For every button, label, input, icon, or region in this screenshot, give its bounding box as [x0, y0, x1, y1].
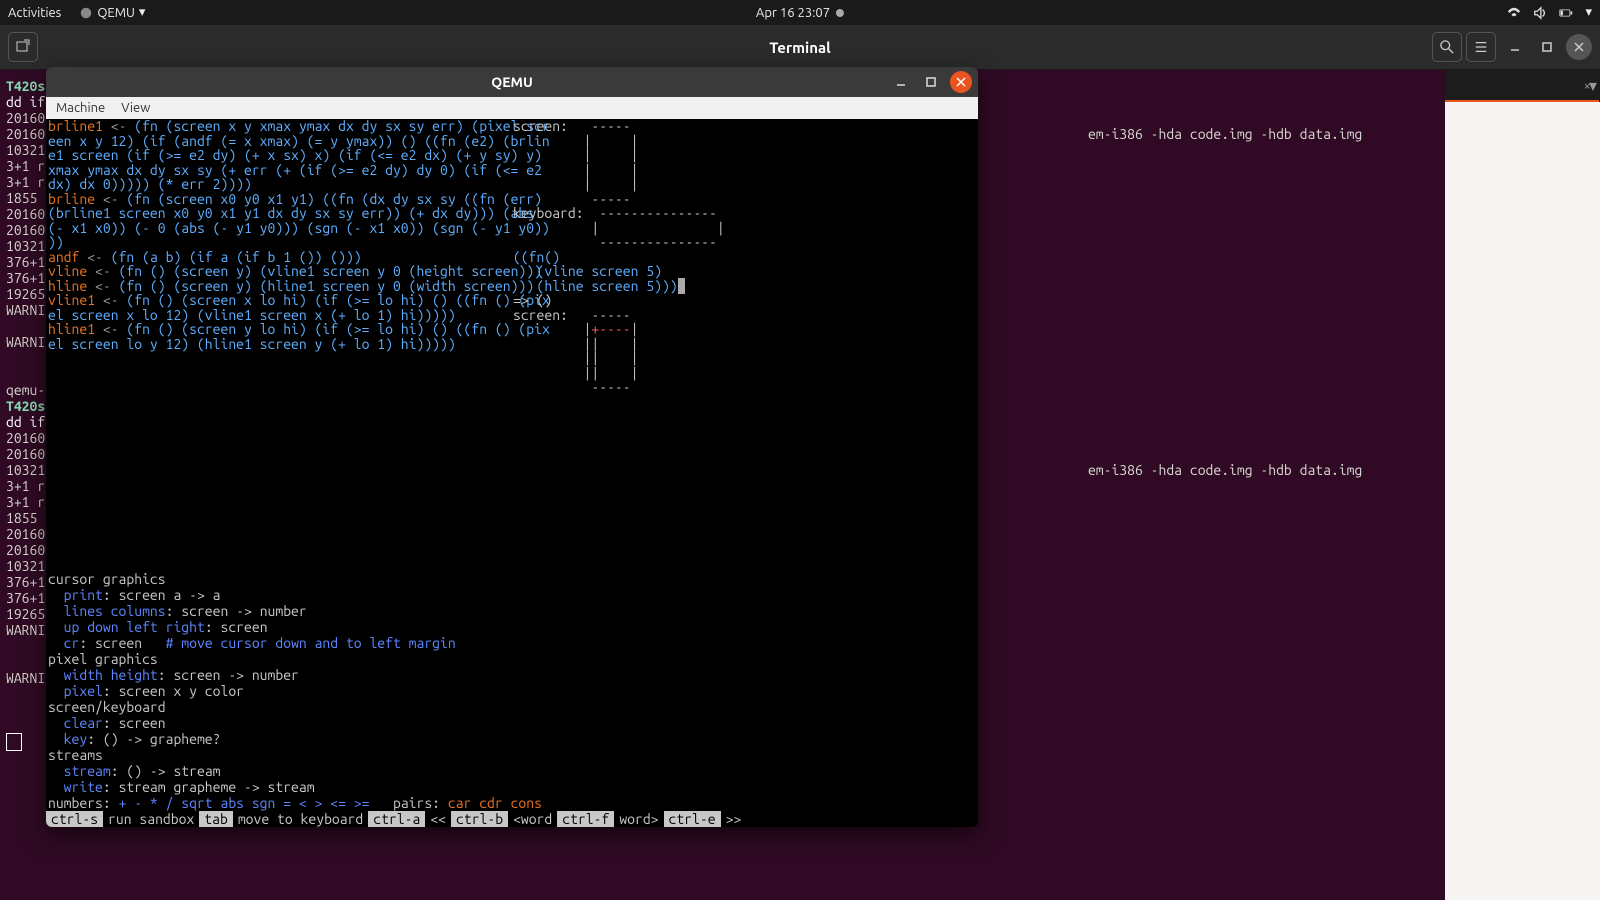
minimize-icon — [1510, 42, 1520, 52]
search-icon — [1440, 40, 1454, 54]
close-icon — [956, 77, 966, 87]
qemu-minimize-button[interactable] — [890, 71, 912, 93]
system-tray[interactable]: ▾ — [1507, 5, 1592, 20]
gnome-topbar: Activities QEMU ▾ Apr 16 23:07 ▾ — [0, 0, 1600, 25]
statusbar-segment: tab — [199, 811, 233, 827]
clock[interactable]: Apr 16 23:07 — [756, 6, 844, 20]
qemu-menu-view[interactable]: View — [121, 101, 150, 115]
app-menu[interactable]: QEMU ▾ — [79, 5, 145, 20]
search-button[interactable] — [1432, 32, 1462, 62]
chevron-down-icon: ▾ — [139, 5, 146, 20]
chevron-down-icon: ▾ — [1585, 5, 1592, 20]
hamburger-icon — [1474, 40, 1488, 54]
wifi-icon — [1507, 6, 1521, 20]
statusbar-segment: >> — [721, 811, 747, 827]
chevron-down-icon[interactable]: ▾ — [1589, 76, 1597, 95]
statusbar-segment: ctrl-a — [368, 811, 425, 827]
statusbar-segment: <word — [508, 811, 557, 827]
close-icon — [1574, 42, 1584, 52]
notification-dot-icon — [836, 9, 844, 17]
terminal-headerbar: Terminal — [0, 25, 1600, 70]
minimize-icon — [896, 77, 906, 87]
qemu-title-label: QEMU — [491, 74, 533, 90]
qemu-maximize-button[interactable] — [920, 71, 942, 93]
window-title: Terminal — [769, 39, 830, 56]
volume-icon — [1533, 6, 1547, 20]
hamburger-menu-button[interactable] — [1466, 32, 1496, 62]
right-empty-panel — [1445, 102, 1600, 900]
clock-label: Apr 16 23:07 — [756, 6, 830, 20]
qemu-titlebar[interactable]: QEMU — [46, 67, 978, 97]
maximize-icon — [926, 77, 936, 87]
help-doc: cursor graphics print: screen a -> a lin… — [46, 571, 978, 811]
statusbar-segment: ctrl-s — [46, 811, 103, 827]
close-window-button[interactable] — [1566, 34, 1592, 60]
statusbar-segment: run sandbox — [103, 811, 199, 827]
battery-icon — [1559, 6, 1573, 20]
statusbar-segment: ctrl-f — [557, 811, 614, 827]
activities-button[interactable]: Activities — [8, 6, 61, 20]
statusbar: ctrl-s run sandbox tab move to keyboard … — [46, 811, 978, 827]
maximize-icon — [1542, 42, 1552, 52]
qemu-window: QEMU Machine View brline1 <- (fn (screen… — [46, 67, 978, 827]
statusbar-segment: move to keyboard — [233, 811, 368, 827]
qemu-menubar: Machine View — [46, 97, 978, 119]
statusbar-segment: ctrl-b — [451, 811, 508, 827]
minimize-button[interactable] — [1502, 34, 1528, 60]
qemu-app-icon — [79, 6, 93, 20]
statusbar-segment: ctrl-e — [664, 811, 721, 827]
qemu-menu-machine[interactable]: Machine — [56, 101, 105, 115]
new-tab-icon — [15, 39, 31, 55]
statusbar-segment: << — [425, 811, 451, 827]
qemu-close-button[interactable] — [950, 71, 972, 93]
app-name-label: QEMU — [97, 6, 135, 20]
maximize-button[interactable] — [1534, 34, 1560, 60]
new-tab-button[interactable] — [8, 32, 38, 62]
statusbar-segment: word> — [614, 811, 663, 827]
